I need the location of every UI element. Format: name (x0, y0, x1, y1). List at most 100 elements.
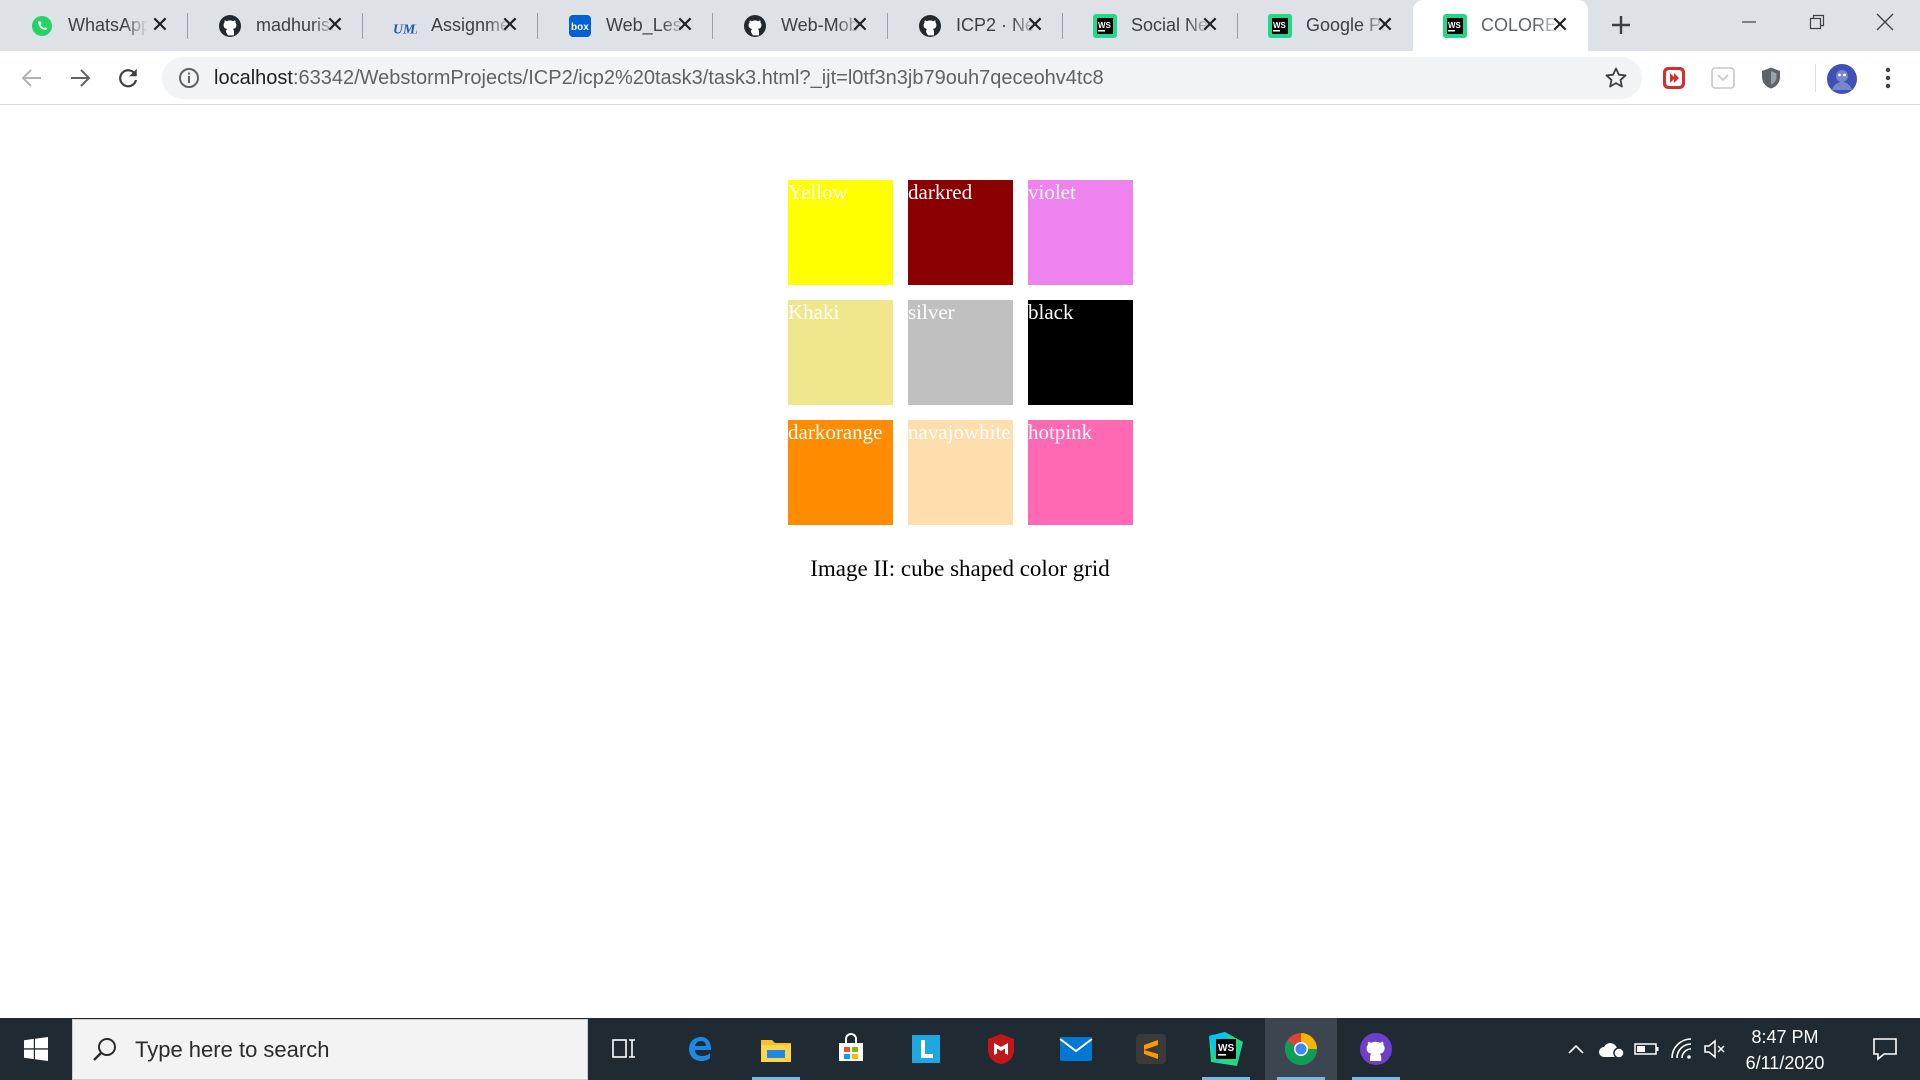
shield-extension-icon[interactable] (1759, 66, 1783, 90)
tab-github-web-mobile[interactable]: Web-Mobile ✕ (713, 0, 888, 51)
close-tab-icon[interactable]: ✕ (1023, 12, 1047, 37)
color-cell-khaki: Khaki (788, 300, 893, 405)
address-bar[interactable]: localhost:63342/WebstormProjects/ICP2/ic… (162, 57, 1642, 99)
plus-icon (1612, 16, 1630, 34)
toolbar-divider (1815, 64, 1816, 92)
taskbar-search-box[interactable]: Type here to search (72, 1019, 588, 1080)
color-grid: Yellow darkred violet Khaki silver black… (788, 180, 1134, 525)
volume-tray[interactable] (1700, 1018, 1730, 1080)
taskbar-clock[interactable]: 8:47 PM 6/11/2020 (1730, 1024, 1840, 1076)
github-desktop-icon (1360, 1033, 1392, 1065)
wifi-tray[interactable] (1666, 1018, 1696, 1080)
color-cell-hotpink: hotpink (1028, 420, 1133, 525)
task-view-button[interactable] (588, 1018, 660, 1080)
show-hidden-icons-button[interactable] (1562, 1018, 1590, 1080)
grid-caption: Image II: cube shaped color grid (810, 556, 1110, 581)
url-path: :63342/WebstormProjects/ICP2/icp2%20task… (292, 66, 1104, 89)
svg-text:WS: WS (1448, 21, 1462, 30)
taskbar-edge[interactable] (665, 1018, 737, 1080)
back-button[interactable] (14, 60, 50, 96)
color-cell-violet: violet (1028, 180, 1133, 285)
windows-taskbar: Type here to search WS 8:47 PM 6/11/2020 (0, 1018, 1920, 1080)
github-icon (918, 14, 942, 38)
bookmark-star-icon[interactable] (1604, 66, 1628, 90)
arrow-right-icon (71, 69, 91, 87)
battery-icon (1634, 1043, 1659, 1055)
tab-github-madhuri[interactable]: madhurisonti ✕ (188, 0, 363, 51)
svg-text:box: box (571, 22, 589, 33)
chrome-menu-button[interactable] (1870, 60, 1906, 96)
close-tab-icon[interactable]: ✕ (1548, 12, 1572, 37)
reload-icon (119, 69, 138, 88)
browser-toolbar: localhost:63342/WebstormProjects/ICP2/ic… (0, 51, 1920, 105)
color-cell-yellow: Yellow (788, 180, 893, 285)
pocket-extension-icon[interactable] (1711, 66, 1735, 90)
forward-button[interactable] (62, 60, 98, 96)
svg-text:UMKC: UMKC (393, 21, 417, 36)
close-tab-icon[interactable]: ✕ (498, 12, 522, 37)
restore-icon (1809, 14, 1825, 30)
minimize-button[interactable] (1714, 0, 1784, 44)
color-cell-navajowhite: navajowhite (908, 420, 1013, 525)
battery-tray[interactable] (1632, 1018, 1662, 1080)
taskbar-l-app[interactable] (890, 1018, 962, 1080)
info-icon[interactable] (178, 67, 200, 89)
web-page: Yellow darkred violet Khaki silver black… (0, 106, 1920, 1018)
chrome-icon (1284, 1033, 1317, 1066)
more-vertical-icon (1885, 67, 1891, 89)
color-cell-darkorange: darkorange (788, 420, 893, 525)
webstorm-icon: WS (1443, 13, 1467, 38)
wifi-icon (1671, 1038, 1692, 1059)
tab-colored[interactable]: WS COLORED ✕ (1413, 0, 1588, 51)
tab-box-web-lessons[interactable]: box Web_Lessons ✕ (538, 0, 713, 51)
close-tab-icon[interactable]: ✕ (673, 12, 697, 37)
restore-button[interactable] (1782, 0, 1852, 44)
task-view-icon (612, 1039, 635, 1058)
webstorm-icon: WS (1093, 13, 1117, 38)
tab-whatsapp[interactable]: WhatsApp ✕ (0, 0, 188, 51)
close-tab-icon[interactable]: ✕ (148, 12, 172, 37)
close-tab-icon[interactable]: ✕ (323, 12, 347, 37)
taskbar-chrome[interactable] (1265, 1018, 1337, 1080)
tab-umkc-assignments[interactable]: UMKC Assignments ✕ (363, 0, 538, 51)
reload-button[interactable] (110, 60, 146, 96)
tab-google-page[interactable]: WS Google Page ✕ (1238, 0, 1413, 51)
close-icon (1876, 13, 1894, 31)
close-tab-icon[interactable]: ✕ (1373, 12, 1397, 37)
l-app-icon (912, 1035, 940, 1063)
action-center-button[interactable] (1850, 1018, 1920, 1080)
webstorm-icon: WS (1209, 1032, 1243, 1066)
box-icon: box (568, 14, 592, 38)
github-icon (218, 14, 242, 38)
close-tab-icon[interactable]: ✕ (1198, 12, 1222, 37)
store-icon (839, 1033, 863, 1061)
tab-social-network[interactable]: WS Social Network ✕ (1063, 0, 1238, 51)
taskbar-sublime[interactable] (1115, 1018, 1187, 1080)
profile-avatar[interactable] (1826, 63, 1858, 95)
url-host: localhost (214, 66, 293, 89)
taskbar-github-desktop[interactable] (1340, 1018, 1412, 1080)
video-extension-icon[interactable] (1662, 66, 1686, 90)
tab-github-icp2[interactable]: ICP2 · Net ✕ (888, 0, 1063, 51)
mcafee-icon (988, 1034, 1014, 1064)
url-text[interactable]: localhost:63342/WebstormProjects/ICP2/ic… (214, 67, 1104, 90)
volume-muted-icon (1704, 1039, 1725, 1059)
onedrive-tray[interactable] (1594, 1018, 1628, 1080)
start-button[interactable] (0, 1018, 72, 1080)
taskbar-mcafee[interactable] (965, 1018, 1037, 1080)
new-tab-button[interactable] (1604, 8, 1638, 42)
webstorm-icon: WS (1268, 13, 1292, 38)
file-explorer-icon (761, 1040, 791, 1062)
taskbar-mail[interactable] (1040, 1018, 1112, 1080)
taskbar-file-explorer[interactable] (740, 1018, 812, 1080)
clock-date: 6/11/2020 (1745, 1053, 1825, 1073)
close-window-button[interactable] (1850, 0, 1920, 44)
sublime-icon (1136, 1034, 1166, 1064)
close-tab-icon[interactable]: ✕ (848, 12, 872, 37)
arrow-left-icon (21, 69, 41, 87)
taskbar-store[interactable] (815, 1018, 887, 1080)
taskbar-webstorm[interactable]: WS (1190, 1018, 1262, 1080)
windows-logo-icon (24, 1037, 48, 1061)
clock-time: 8:47 PM (1751, 1027, 1819, 1047)
mail-icon (1059, 1037, 1093, 1061)
